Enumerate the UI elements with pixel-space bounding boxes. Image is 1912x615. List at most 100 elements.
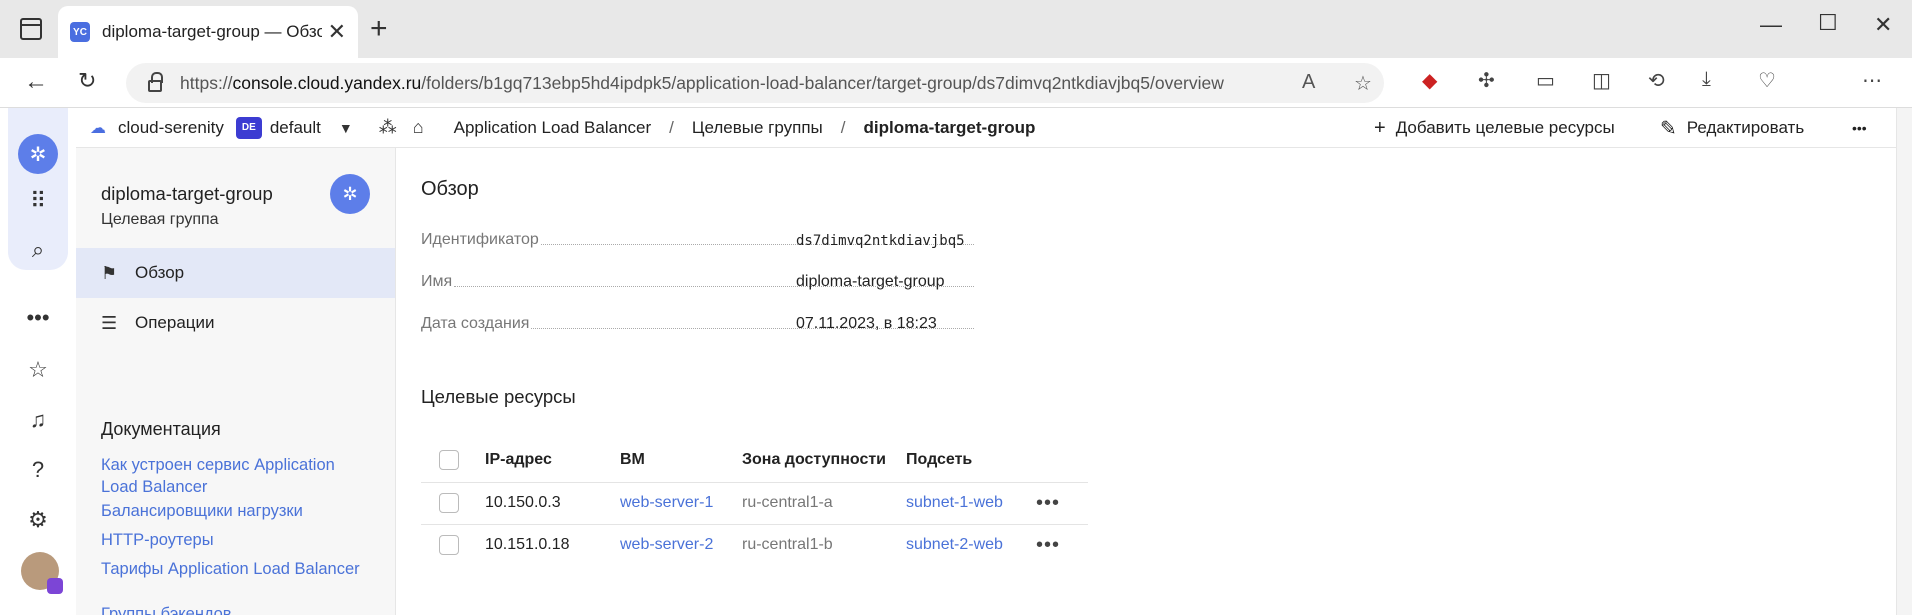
read-aloud-icon[interactable]: A (1302, 71, 1315, 94)
breadcrumb-separator: / (669, 117, 674, 137)
page-scrollbar[interactable] (1896, 108, 1912, 615)
extensions-puzzle-icon[interactable]: ✣ (1478, 68, 1495, 93)
table-row: 10.151.0.18 web-server-2 ru-central1-b s… (421, 523, 1088, 566)
edit-label: Редактировать (1686, 118, 1805, 137)
zone-cell: ru-central1-a (742, 481, 906, 524)
targets-table: IP-адрес ВМ Зона доступности Подсеть 10.… (421, 438, 1088, 566)
maximize-icon[interactable]: ☐ (1818, 10, 1838, 36)
row-actions-cell: ••• (1036, 481, 1088, 524)
settings-gear-icon[interactable]: ⚙ (20, 502, 56, 538)
console-page: ✲ ⠿ ⌕ ••• ☆ ♫ ? ⚙ ☁ cloud-serenity DE de… (0, 108, 1912, 615)
add-target-resources-button[interactable]: + Добавить целевые ресурсы (1374, 108, 1615, 148)
actions-header (1036, 438, 1088, 482)
history-icon[interactable]: ⟲ (1648, 68, 1665, 93)
tab-strip: YC diploma-target-group — Обзор ✕ + — ☐ … (0, 0, 1912, 58)
address-bar[interactable]: https://console.cloud.yandex.ru/folders/… (126, 63, 1384, 103)
doc-link[interactable]: Как устроен сервис Application Load Bala… (101, 454, 361, 498)
console-header: ☁ cloud-serenity DE default ▼ ⁂ ⌂ Applic… (76, 108, 1900, 148)
column-header: Подсеть (906, 450, 973, 468)
more-services-icon[interactable]: ••• (20, 300, 56, 336)
docs-heading: Документация (101, 419, 221, 439)
browser-essentials-icon[interactable]: ♡ (1758, 68, 1776, 93)
split-screen-icon[interactable]: ◫ (1592, 68, 1611, 93)
field-label: Дата создания (421, 315, 530, 332)
all-services-grid-icon[interactable]: ⠿ (20, 183, 56, 219)
field-name: Имя diploma-target-group (421, 271, 976, 291)
new-tab-icon[interactable]: + (370, 14, 388, 44)
field-label: Идентификатор (421, 231, 539, 248)
resource-sidebar: diploma-target-group Целевая группа ✲ ⚑ … (76, 148, 396, 615)
plus-icon: + (1374, 116, 1386, 139)
back-icon[interactable]: ← (24, 68, 48, 96)
doc-link[interactable]: HTTP-роутеры (101, 529, 361, 551)
alb-service-icon[interactable]: ✲ (18, 134, 58, 174)
close-window-icon[interactable]: ✕ (1874, 12, 1892, 38)
breadcrumb-target-groups[interactable]: Целевые группы (692, 118, 823, 138)
browser-window: YC diploma-target-group — Обзор ✕ + — ☐ … (0, 0, 1912, 615)
folder-badge: DE (235, 116, 262, 139)
cast-icon[interactable]: ▭ (1536, 68, 1555, 93)
breadcrumb-current: diploma-target-group (863, 117, 1036, 137)
yandex-cloud-favicon-icon: YC (70, 22, 90, 42)
url-text: https://console.cloud.yandex.ru/folders/… (180, 72, 1224, 93)
row-menu-icon[interactable]: ••• (1036, 492, 1060, 514)
browser-tab[interactable]: YC diploma-target-group — Обзор ✕ (58, 6, 358, 58)
edit-button[interactable]: ✎ Редактировать (1660, 108, 1804, 148)
main-content: Обзор Идентификатор ds7dimvq2ntkdiavjbq5… (396, 148, 1900, 615)
row-menu-icon[interactable]: ••• (1036, 534, 1060, 556)
cloud-name[interactable]: cloud-serenity (118, 118, 224, 138)
zone-cell: ru-central1-b (742, 523, 906, 566)
reload-icon[interactable]: ↻ (78, 68, 96, 94)
row-checkbox[interactable] (439, 493, 459, 513)
sidebar-item-label: Обзор (135, 263, 185, 282)
ublock-extension-icon[interactable]: ◆ (1422, 68, 1437, 93)
page-title: Обзор (421, 178, 479, 200)
browser-menu-icon[interactable]: ⋯ (1862, 68, 1882, 93)
folder-name[interactable]: default (270, 118, 321, 138)
favorites-star-icon[interactable]: ☆ (20, 352, 56, 388)
subnet-link[interactable]: subnet-2-web (906, 523, 1036, 566)
sidebar-item-operations[interactable]: ☰ Операции (76, 298, 395, 348)
checklist-icon: ☰ (101, 312, 118, 333)
row-select-cell (421, 481, 485, 524)
vm-link[interactable]: web-server-1 (620, 481, 742, 524)
column-header: Зона доступности (742, 450, 887, 468)
navigation-bar: ← ↻ https://console.cloud.yandex.ru/fold… (0, 58, 1912, 147)
table-row: 10.150.0.3 web-server-1 ru-central1-a su… (421, 481, 1088, 524)
notifications-bell-icon[interactable]: ♫ (20, 402, 56, 438)
doc-link[interactable]: Тарифы Application Load Balancer (101, 558, 361, 580)
lock-icon (148, 72, 163, 92)
select-all-checkbox[interactable] (439, 449, 459, 470)
vm-link[interactable]: web-server-2 (620, 523, 742, 566)
row-actions-cell: ••• (1036, 523, 1088, 566)
targets-heading: Целевые ресурсы (421, 386, 576, 407)
pencil-icon: ✎ (1660, 117, 1677, 140)
more-actions-button[interactable]: ••• (1852, 108, 1867, 148)
sidebar-item-label: Операции (135, 313, 215, 332)
subnet-link[interactable]: subnet-1-web (906, 481, 1036, 524)
field-created: Дата создания 07.11.2023, в 18:23 (421, 313, 976, 333)
select-all-cell (421, 438, 485, 482)
target-group-icon: ✲ (330, 174, 370, 214)
sidebar-item-overview[interactable]: ⚑ Обзор (76, 248, 395, 298)
home-icon[interactable]: ⌂ (413, 117, 424, 138)
minimize-icon[interactable]: — (1760, 12, 1782, 38)
close-tab-icon[interactable]: ✕ (328, 19, 346, 45)
field-id: Идентификатор ds7dimvq2ntkdiavjbq5 (421, 229, 976, 249)
row-checkbox[interactable] (439, 535, 459, 556)
ip-cell: 10.150.0.3 (485, 481, 620, 524)
search-icon[interactable]: ⌕ (20, 232, 56, 268)
tab-title: diploma-target-group — Обзор (102, 22, 322, 41)
help-icon[interactable]: ? (20, 452, 56, 488)
doc-link[interactable]: Группы бэкендов (101, 603, 361, 615)
downloads-icon[interactable]: ⤓ (1702, 68, 1711, 91)
sidebar-toggle-icon[interactable] (20, 18, 42, 40)
chevron-down-icon[interactable]: ▼ (339, 120, 353, 136)
field-value[interactable]: ds7dimvq2ntkdiavjbq5 (796, 233, 965, 249)
table-header-row: IP-адрес ВМ Зона доступности Подсеть (421, 438, 1088, 482)
service-switch-icon[interactable]: ⁂ (379, 117, 397, 138)
account-badge-icon (47, 578, 63, 594)
doc-link[interactable]: Балансировщики нагрузки (101, 500, 361, 522)
breadcrumb-alb[interactable]: Application Load Balancer (454, 118, 652, 138)
favorite-star-icon[interactable]: ☆ (1354, 71, 1372, 96)
